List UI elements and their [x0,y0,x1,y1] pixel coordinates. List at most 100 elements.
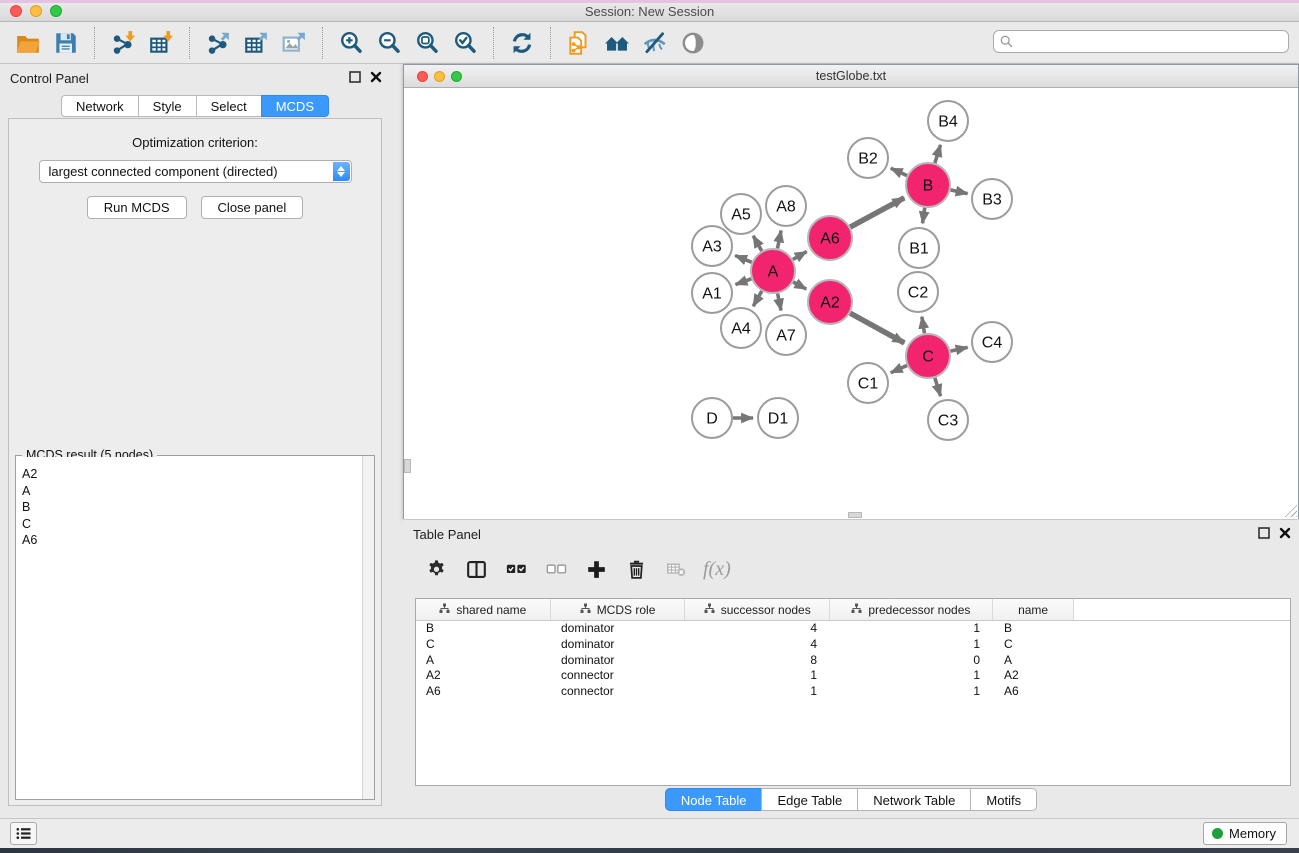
cell-predecessor_nodes[interactable]: 0 [831,653,994,669]
result-item[interactable]: B [17,499,362,516]
cell-predecessor_nodes[interactable]: 1 [831,621,994,637]
cell-mcds_role[interactable]: dominator [551,621,686,637]
cell-mcds_role[interactable]: connector [551,668,686,684]
cell-predecessor_nodes[interactable]: 1 [831,637,994,653]
edge-A-A6[interactable] [793,252,807,260]
close-table-panel-icon[interactable] [1279,527,1291,539]
edge-A6-B[interactable] [850,198,904,227]
edge-A-A4[interactable] [753,291,762,306]
edge-C-C4[interactable] [950,347,967,351]
cell-name[interactable]: A [994,653,1076,669]
delete-table-icon[interactable] [661,555,691,583]
edge-A-A1[interactable] [736,279,752,285]
column-header-shared-name[interactable]: shared name [416,599,551,620]
edge-A-A3[interactable] [735,255,752,262]
cell-shared_name[interactable]: A [416,653,551,669]
cell-shared_name[interactable]: A6 [416,684,551,700]
cell-name[interactable]: B [994,621,1076,637]
cell-name[interactable]: A6 [994,684,1076,700]
network-canvas[interactable]: AA1A2A3A4A5A6A7A8BB1B2B3B4CC1C2C3C4DD1 [404,89,1298,519]
export-image-icon[interactable] [279,28,309,58]
edge-B-B3[interactable] [950,190,967,194]
result-item[interactable]: C [17,516,362,533]
edge-B-B1[interactable] [923,208,925,223]
edge-A-A7[interactable] [778,294,781,311]
export-network-icon[interactable] [203,28,233,58]
search-input[interactable] [993,30,1289,53]
cell-successor_nodes[interactable]: 8 [686,653,831,669]
result-item[interactable]: A2 [17,466,362,483]
criterion-select[interactable]: largest connected component (directed) [39,160,352,183]
control-tab-network[interactable]: Network [61,95,138,117]
edge-C-C2[interactable] [922,317,925,334]
cell-successor_nodes[interactable]: 4 [686,637,831,653]
tab-motifs[interactable]: Motifs [970,788,1037,811]
memory-button[interactable]: Memory [1203,822,1287,845]
open-folder-icon[interactable] [13,28,43,58]
cell-name[interactable]: C [994,637,1076,653]
import-table-icon[interactable] [146,28,176,58]
run-mcds-button[interactable]: Run MCDS [87,196,187,219]
control-tab-style[interactable]: Style [138,95,196,117]
tab-network-table[interactable]: Network Table [857,788,970,811]
table-row-A6[interactable]: A6connector11A6 [416,684,1290,700]
close-panel-button[interactable]: Close panel [201,196,304,219]
cell-successor_nodes[interactable]: 4 [686,621,831,637]
cell-name[interactable]: A2 [994,668,1076,684]
network-window-titlebar[interactable]: testGlobe.txt [404,65,1298,88]
close-panel-icon[interactable] [370,71,382,83]
import-network-icon[interactable] [108,28,138,58]
zoom-fit-icon[interactable] [412,28,442,58]
refresh-icon[interactable] [507,28,537,58]
edge-A-A2[interactable] [793,282,806,289]
column-header-name[interactable]: name [993,599,1075,620]
result-item[interactable]: A [17,483,362,500]
cell-shared_name[interactable]: C [416,637,551,653]
cell-shared_name[interactable]: A2 [416,668,551,684]
edge-A2-C[interactable] [850,313,904,343]
edge-C-C3[interactable] [935,378,941,396]
columns-icon[interactable] [461,555,491,583]
network-hscroll-thumb[interactable] [848,512,862,518]
float-panel-icon[interactable] [349,71,361,83]
edge-B-B2[interactable] [891,168,907,175]
table-row-C[interactable]: Cdominator41C [416,637,1290,653]
table-row-B[interactable]: Bdominator41B [416,621,1290,637]
cell-mcds_role[interactable]: dominator [551,637,686,653]
cell-successor_nodes[interactable]: 1 [686,684,831,700]
tab-node-table[interactable]: Node Table [665,788,762,811]
table-row-A[interactable]: Adominator80A [416,653,1290,669]
edge-B-B4[interactable] [935,145,941,163]
result-item[interactable]: A6 [17,532,362,549]
column-header-predecessor-nodes[interactable]: predecessor nodes [830,599,993,620]
cell-predecessor_nodes[interactable]: 1 [831,684,994,700]
cell-successor_nodes[interactable]: 1 [686,668,831,684]
cell-predecessor_nodes[interactable]: 1 [831,668,994,684]
cell-mcds_role[interactable]: connector [551,684,686,700]
deselect-all-icon[interactable] [541,555,571,583]
result-scrollbar[interactable] [362,456,374,799]
zoom-out-icon[interactable] [374,28,404,58]
delete-icon[interactable] [621,555,651,583]
edge-A-A8[interactable] [778,231,782,249]
select-all-icon[interactable] [501,555,531,583]
edge-A-A5[interactable] [753,236,762,251]
cell-shared_name[interactable]: B [416,621,551,637]
network-vscroll-thumb[interactable] [404,459,411,473]
show-view-icon[interactable] [678,28,708,58]
task-history-button[interactable] [10,822,37,845]
gear-icon[interactable] [421,555,451,583]
zoom-selected-icon[interactable] [450,28,480,58]
clone-network-icon[interactable] [564,28,594,58]
save-icon[interactable] [51,28,81,58]
zoom-in-icon[interactable] [336,28,366,58]
add-icon[interactable] [581,555,611,583]
export-table-icon[interactable] [241,28,271,58]
column-header-successor-nodes[interactable]: successor nodes [685,599,830,620]
cell-mcds_role[interactable]: dominator [551,653,686,669]
home-icon[interactable] [602,28,632,58]
float-table-panel-icon[interactable] [1258,527,1270,539]
hide-preview-icon[interactable] [640,28,670,58]
column-header-MCDS-role[interactable]: MCDS role [551,599,686,620]
tab-edge-table[interactable]: Edge Table [761,788,857,811]
